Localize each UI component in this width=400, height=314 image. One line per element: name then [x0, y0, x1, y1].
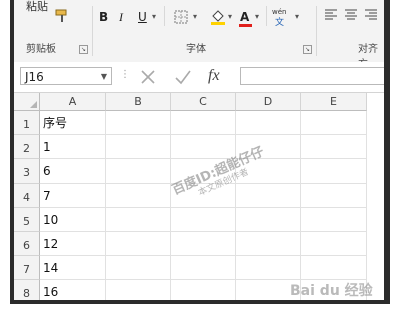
cell[interactable] [236, 232, 301, 257]
cell-a[interactable]: 14 [40, 256, 106, 281]
watermark-corner: Bai du 经验 [290, 283, 373, 299]
group-separator [92, 6, 93, 56]
underline-button[interactable]: U [138, 9, 147, 25]
cell[interactable] [301, 232, 367, 257]
cell-a[interactable]: 12 [40, 232, 106, 257]
cell[interactable] [171, 207, 236, 232]
row-header[interactable]: 5 [14, 207, 40, 232]
format-painter-icon[interactable] [54, 8, 70, 24]
underline-dropdown-icon[interactable]: ▾ [152, 9, 156, 25]
group-separator [164, 6, 165, 26]
column-header-d[interactable]: D [236, 93, 301, 111]
column-header-a[interactable]: A [40, 93, 106, 111]
cell[interactable] [236, 256, 301, 281]
cell[interactable] [301, 135, 367, 160]
ribbon: 粘贴 剪贴板 ↘ B I U ▾ ▾ ▾ A ▾ wén 文 ▾ 字体 ↘ 对齐… [14, 0, 384, 70]
align-right-icon[interactable] [364, 9, 378, 25]
phonetic-bottom-label: 文 [275, 18, 285, 28]
cancel-icon[interactable] [140, 69, 156, 89]
fill-color-dropdown-icon[interactable]: ▾ [228, 9, 232, 25]
align-left-icon[interactable] [324, 9, 338, 25]
insert-function-icon[interactable]: fx [208, 67, 220, 85]
bold-button[interactable]: B [99, 9, 108, 25]
cell[interactable] [171, 280, 236, 300]
select-all-corner[interactable] [14, 93, 40, 111]
font-launcher-icon[interactable]: ↘ [303, 45, 312, 54]
bottom-margin [0, 304, 400, 314]
left-margin [0, 0, 10, 314]
window-border-right [384, 0, 390, 314]
row-header[interactable]: 1 [14, 111, 40, 136]
borders-icon[interactable] [174, 9, 188, 25]
font-group-label: 字体 [186, 44, 206, 55]
cell[interactable] [236, 111, 301, 136]
paste-label: 粘贴 [26, 0, 48, 13]
row-header[interactable]: 3 [14, 159, 40, 184]
cell[interactable] [106, 159, 171, 184]
cell[interactable] [106, 207, 171, 232]
name-box[interactable]: J16 ▼ [20, 67, 112, 85]
cell[interactable] [106, 280, 171, 300]
clipboard-launcher-icon[interactable]: ↘ [79, 45, 88, 54]
align-center-icon[interactable] [344, 9, 358, 25]
formula-bar: J16 ▼ ⋮ fx [14, 62, 384, 93]
cell-a[interactable]: 10 [40, 207, 106, 232]
italic-button[interactable]: I [119, 9, 123, 25]
cell[interactable] [106, 183, 171, 208]
cell[interactable] [106, 111, 171, 136]
cell[interactable] [171, 111, 236, 136]
font-color-swatch [239, 24, 252, 27]
cell[interactable] [171, 256, 236, 281]
cell-a[interactable]: 7 [40, 183, 106, 208]
column-header-e[interactable]: E [301, 93, 367, 111]
cell-a[interactable]: 1 [40, 135, 106, 160]
cell-a[interactable]: 序号 [40, 111, 106, 136]
name-box-dropdown-icon[interactable]: ▼ [101, 68, 107, 86]
formula-bar-grip-icon[interactable]: ⋮ [120, 69, 130, 80]
cell[interactable] [301, 159, 367, 184]
group-separator [266, 6, 267, 26]
column-header-c[interactable]: C [171, 93, 236, 111]
cell[interactable] [106, 135, 171, 160]
phonetic-guide-button[interactable]: wén 文 [272, 8, 292, 28]
cell[interactable] [301, 183, 367, 208]
cell[interactable] [171, 232, 236, 257]
column-header-b[interactable]: B [106, 93, 171, 111]
fill-color-icon[interactable] [210, 9, 226, 25]
cell[interactable] [106, 256, 171, 281]
name-box-value: J16 [25, 70, 44, 84]
cell-a[interactable]: 16 [40, 280, 106, 300]
paste-button[interactable]: 粘贴 [26, 0, 70, 36]
group-separator [316, 6, 317, 56]
font-color-dropdown-icon[interactable]: ▾ [255, 9, 259, 25]
borders-dropdown-icon[interactable]: ▾ [193, 9, 197, 25]
cell-a[interactable]: 6 [40, 159, 106, 184]
worksheet-grid: A B C D E 1 序号 2 1 3 6 4 7 5 10 6 12 7 14 8 16 [14, 93, 384, 300]
cell[interactable] [106, 232, 171, 257]
enter-check-icon[interactable] [174, 69, 192, 89]
row-header[interactable]: 8 [14, 280, 40, 300]
row-header[interactable]: 2 [14, 135, 40, 160]
phonetic-dropdown-icon[interactable]: ▾ [295, 9, 299, 25]
cell[interactable] [301, 111, 367, 136]
row-header[interactable]: 6 [14, 232, 40, 257]
row-header[interactable]: 7 [14, 256, 40, 281]
row-header[interactable]: 4 [14, 183, 40, 208]
cell[interactable] [301, 207, 367, 232]
cell[interactable] [301, 256, 367, 281]
cell[interactable] [236, 207, 301, 232]
font-color-icon: A [240, 10, 250, 24]
formula-input[interactable] [240, 67, 384, 85]
clipboard-group-label: 剪贴板 [26, 44, 56, 55]
font-color-button[interactable]: A [239, 9, 252, 27]
cell[interactable] [236, 183, 301, 208]
